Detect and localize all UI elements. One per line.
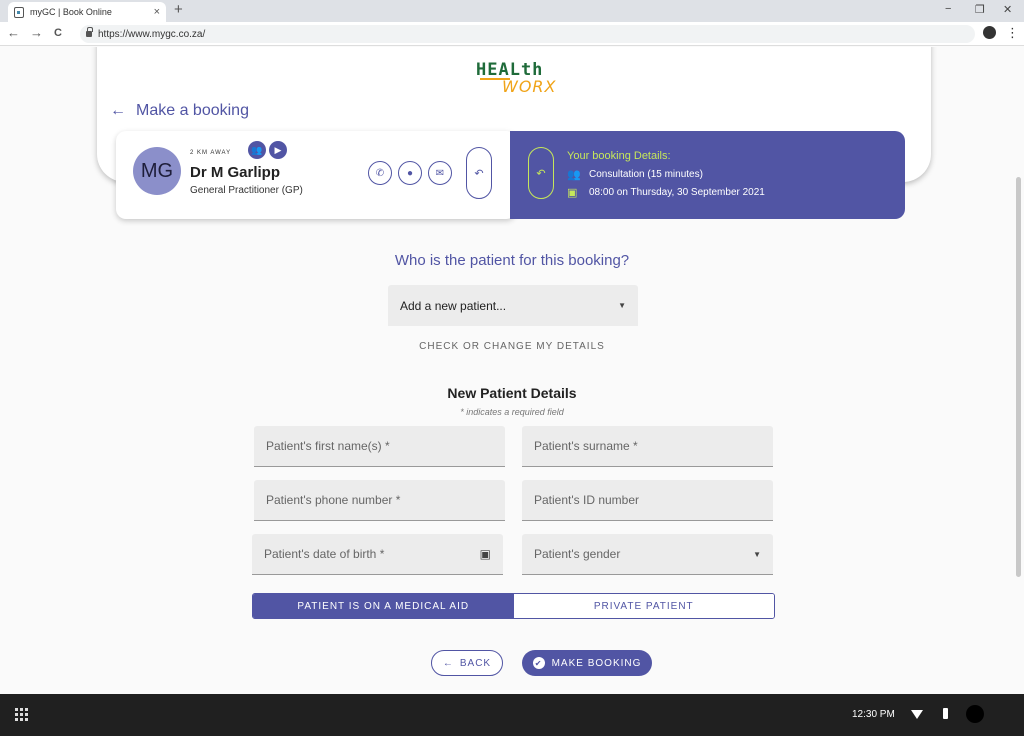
tab-title: myGC | Book Online [30,7,112,17]
new-tab-button[interactable]: + [174,2,183,18]
gender-select[interactable]: Patient's gender ▼ [522,534,773,575]
lock-icon [86,27,93,37]
in-person-icon: 👥 [248,141,266,159]
minimize-icon[interactable]: − [945,3,951,15]
forward-nav-icon[interactable]: → [30,26,43,40]
datetime-line: ▣ 08:00 on Thursday, 30 September 2021 [567,186,765,199]
account-icon[interactable] [983,26,996,39]
make-booking-label: MAKE BOOKING [551,657,642,669]
payment-type-toggle: PATIENT IS ON A MEDICAL AID PRIVATE PATI… [252,593,775,619]
clock[interactable]: 12:30 PM [852,709,895,720]
dob-field[interactable]: Patient's date of birth * ▣ [252,534,503,575]
phone-field[interactable]: Patient's phone number * [254,480,505,521]
doctor-card: MG 2 KM AWAY 👥 ▶ Dr M Garlipp General Pr… [116,131,516,219]
first-name-placeholder: Patient's first name(s) * [266,439,390,453]
make-booking-back-link[interactable]: ← Make a booking [110,102,249,120]
address-bar: ← → C https://www.mygc.co.za/ ⋮ [0,22,1024,46]
browser-menu-icon[interactable]: ⋮ [1006,25,1019,41]
tab-close-icon[interactable]: × [154,6,160,18]
doctor-avatar: MG [133,147,181,195]
page-scrollbar[interactable] [1016,177,1021,577]
page-content: HEALth WORX ← Make a booking MG 2 KM AWA… [0,47,1024,694]
browser-tab-bar: myGC | Book Online × + − ❐ ✕ [0,0,1024,22]
phone-icon: ✆ [375,167,385,179]
window-close-icon[interactable]: ✕ [1003,3,1012,16]
patient-select-value: Add a new patient... [400,298,507,313]
distance-label: 2 KM AWAY [190,150,232,156]
battery-icon[interactable] [943,708,948,719]
doctor-name: Dr M Garlipp [190,164,281,181]
undo-icon: ↶ [536,167,546,180]
healthworx-logo: HEALth WORX [476,60,556,100]
surname-placeholder: Patient's surname * [534,439,638,453]
back-nav-icon[interactable]: ← [7,26,20,40]
calendar-picker-icon[interactable]: ▣ [480,547,491,561]
url-field[interactable]: https://www.mygc.co.za/ [80,25,975,43]
favicon-icon [14,6,24,18]
browser-tab[interactable]: myGC | Book Online × [8,2,166,22]
back-button-label: BACK [459,657,492,669]
dropdown-arrow-icon: ▼ [618,301,626,310]
dob-placeholder: Patient's date of birth * [264,547,385,561]
gender-placeholder: Patient's gender [534,547,621,561]
id-number-placeholder: Patient's ID number [534,493,640,507]
mail-icon: ✉ [435,167,445,179]
calendar-icon: ▣ [567,187,578,199]
datetime-text: 08:00 on Thursday, 30 September 2021 [589,187,765,198]
first-name-field[interactable]: Patient's first name(s) * [254,426,505,467]
change-doctor-button[interactable]: ↶ [466,147,492,199]
page-title: Make a booking [136,102,249,119]
launcher-icon[interactable] [15,708,28,721]
reload-icon[interactable]: C [54,26,62,40]
user-avatar[interactable] [966,705,984,723]
doctor-role: General Practitioner (GP) [190,185,303,196]
id-number-field[interactable]: Patient's ID number [522,480,773,521]
patient-select[interactable]: Add a new patient... ▼ [388,285,638,326]
consultation-line: 👥 Consultation (15 minutes) [567,168,703,181]
required-note: * indicates a required field [460,407,564,417]
surname-field[interactable]: Patient's surname * [522,426,773,467]
logo-line-2: WORX [502,77,557,96]
people-icon: 👥 [567,169,581,181]
email-button[interactable]: ✉ [428,161,452,185]
back-arrow-icon: ← [110,102,126,119]
booking-details-card: Your booking Details: 👥 Consultation (15… [510,131,905,219]
form-title: New Patient Details [447,385,577,401]
back-button[interactable]: ← BACK [431,650,503,676]
url-text: https://www.mygc.co.za/ [98,28,206,40]
call-button[interactable]: ✆ [368,161,392,185]
phone-placeholder: Patient's phone number * [266,493,401,507]
video-consult-icon: ▶ [269,141,287,159]
check-circle-icon: ✔ [532,657,545,669]
booking-details-title: Your booking Details: [567,150,671,162]
location-pin-icon: ● [406,167,414,179]
undo-icon: ↶ [474,167,484,180]
restore-icon[interactable]: ❐ [975,3,985,16]
private-patient-option[interactable]: PRIVATE PATIENT [513,594,774,618]
change-booking-button[interactable]: ↶ [528,147,554,199]
wifi-icon[interactable] [911,710,923,719]
make-booking-button[interactable]: ✔ MAKE BOOKING [522,650,652,676]
consultation-text: Consultation (15 minutes) [589,169,703,180]
medical-aid-option[interactable]: PATIENT IS ON A MEDICAL AID [253,594,514,618]
dropdown-arrow-icon: ▼ [753,549,761,559]
location-button[interactable]: ● [398,161,422,185]
os-taskbar: 12:30 PM [0,694,1024,736]
back-arrow-icon: ← [442,657,454,669]
check-details-link[interactable]: CHECK OR CHANGE MY DETAILS [0,341,1024,352]
patient-question: Who is the patient for this booking? [394,252,630,269]
